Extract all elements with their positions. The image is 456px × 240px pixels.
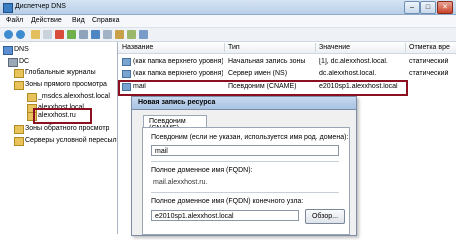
cell-name: (как папка верхнего уровня) [133, 58, 223, 65]
col-timestamp[interactable]: Отметка вре [409, 44, 450, 51]
cell-value: dc.alexxhost.local. [319, 70, 377, 77]
dialog-title: Новая запись ресурса [138, 99, 216, 106]
console-tree-icon[interactable] [43, 30, 52, 39]
cell-timestamp: статический [409, 58, 449, 65]
cell-type: Начальная запись зоны [228, 58, 306, 65]
col-type[interactable]: Тип [228, 44, 240, 51]
selected-zone-highlight [33, 108, 92, 124]
tree-msdcs[interactable]: _msdcs.alexxhost.local [38, 93, 110, 100]
tree-dns[interactable]: DNS [14, 46, 29, 53]
delete-icon[interactable] [55, 30, 64, 39]
menu-help[interactable]: Справка [92, 17, 119, 24]
export-icon[interactable] [79, 30, 88, 39]
dns-icon [3, 46, 13, 55]
folder-icon [14, 137, 24, 146]
folder-icon [14, 69, 24, 78]
close-button[interactable]: ✕ [437, 1, 453, 14]
target-label: Полное доменное имя (FQDN) конечного узл… [151, 198, 304, 205]
refresh-icon[interactable] [67, 30, 76, 39]
table-row[interactable]: (как папка верхнего уровня) Начальная за… [118, 56, 456, 67]
tree-global-logs[interactable]: Глобальные журналы [25, 69, 96, 76]
new-resource-record-dialog: Новая запись ресурса Псевдоним (CNAME) П… [131, 96, 357, 236]
properties-icon[interactable] [103, 30, 112, 39]
alias-input[interactable]: mail [151, 145, 339, 156]
title-bar: Диспетчер DNS – □ ✕ [0, 0, 456, 15]
maximize-button[interactable]: □ [420, 1, 436, 14]
toolbar [0, 28, 456, 42]
server-icon [8, 58, 18, 67]
alias-label: Псевдоним (если не указан, используется … [151, 134, 349, 141]
col-value[interactable]: Значение [319, 44, 350, 51]
divider [151, 161, 339, 162]
mail-record-highlight [118, 80, 408, 96]
cell-value: [1], dc.alexxhost.local. [319, 58, 388, 65]
folder-icon[interactable] [31, 30, 40, 39]
window-title: Диспетчер DNS [15, 3, 66, 10]
zone-icon [27, 93, 37, 102]
dialog-title-bar: Новая запись ресурса [132, 97, 356, 110]
record-icon[interactable] [127, 30, 136, 39]
record-icon [122, 70, 131, 78]
fqdn-label: Полное доменное имя (FQDN): [151, 167, 253, 174]
folder-icon [14, 125, 24, 134]
divider [151, 192, 339, 193]
tree-dc[interactable]: DC [19, 58, 29, 65]
minimize-button[interactable]: – [404, 1, 420, 14]
record-icon [122, 58, 131, 66]
dns-manager-window: Диспетчер DNS – □ ✕ Файл Действие Вид Сп… [0, 0, 456, 236]
cell-type: Сервер имен (NS) [228, 70, 288, 77]
tree-conditional-forwarders[interactable]: Серверы условной пересыл [25, 137, 117, 144]
cell-timestamp: статический [409, 70, 449, 77]
menu-action[interactable]: Действие [31, 17, 62, 24]
tree-forward-zones[interactable]: Зоны прямого просмотра [25, 81, 107, 88]
new-record-icon[interactable] [115, 30, 124, 39]
console-tree: DNS DC Глобальные журналы Зоны прямого п… [0, 42, 118, 234]
help-icon[interactable] [91, 30, 100, 39]
cname-panel: Псевдоним (если не указан, используется … [142, 127, 350, 235]
dns-app-icon [3, 3, 13, 13]
col-name[interactable]: Название [122, 44, 153, 51]
list-header: Название Тип Значение Отметка вре [118, 42, 456, 54]
back-icon[interactable] [4, 30, 13, 39]
folder-icon [14, 81, 24, 90]
table-row[interactable]: (как папка верхнего уровня) Сервер имен … [118, 68, 456, 79]
menu-bar: Файл Действие Вид Справка [0, 15, 456, 28]
target-host-input[interactable]: e2010sp1.alexxhost.local [151, 210, 299, 221]
cell-name: (как папка верхнего уровня) [133, 70, 223, 77]
menu-file[interactable]: Файл [6, 17, 23, 24]
zone-icon[interactable] [139, 30, 148, 39]
browse-button[interactable]: Обзор... [305, 209, 345, 224]
menu-view[interactable]: Вид [72, 17, 85, 24]
forward-icon[interactable] [16, 30, 25, 39]
tree-reverse-zones[interactable]: Зоны обратного просмотр [25, 125, 109, 132]
fqdn-value: mail.alexxhost.ru. [153, 179, 208, 186]
